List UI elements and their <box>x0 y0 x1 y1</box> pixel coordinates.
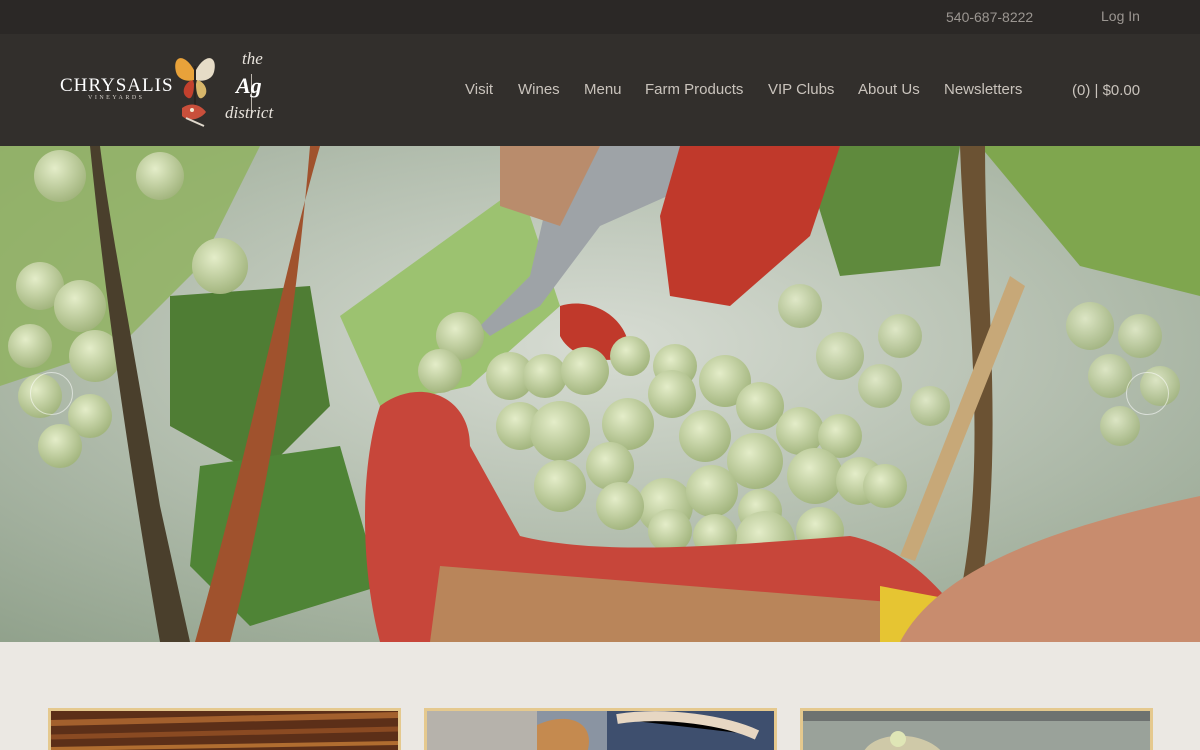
hero-slideshow <box>0 146 1200 642</box>
butterfly-icon <box>175 58 215 127</box>
hero-next-button[interactable] <box>1126 372 1169 415</box>
barrel-room-photo <box>50 711 399 750</box>
logo-ag: Ag <box>236 73 262 98</box>
nav-item-vip-clubs[interactable]: VIP Clubs <box>768 81 834 98</box>
nav-item-farm-products[interactable]: Farm Products <box>645 81 743 98</box>
feature-card-3[interactable] <box>800 708 1153 750</box>
hero-prev-button[interactable] <box>30 372 73 415</box>
nav-item-about-us[interactable]: About Us <box>858 81 920 98</box>
logo-brand-sub: VINEYARDS <box>88 95 145 101</box>
top-bar: 540-687-8222 Log In <box>0 0 1200 34</box>
feature-section <box>0 642 1200 750</box>
nav-item-wines[interactable]: Wines <box>518 81 560 98</box>
phone-number[interactable]: 540-687-8222 <box>946 9 1033 25</box>
cart-link[interactable]: (0) | $0.00 <box>1072 82 1140 99</box>
food-plate-photo <box>427 711 774 750</box>
logo-district: district <box>225 103 274 122</box>
nav-item-visit[interactable]: Visit <box>465 81 493 98</box>
vineyard-photo <box>803 711 1150 750</box>
logo-the: the <box>242 49 263 68</box>
login-link[interactable]: Log In <box>1101 8 1140 24</box>
feature-card-2[interactable] <box>424 708 777 750</box>
site-logo[interactable]: CHRYSALIS VINEYARDS the Ag district <box>58 48 288 132</box>
logo-brand: CHRYSALIS <box>60 75 174 96</box>
feature-card-1[interactable] <box>48 708 401 750</box>
nav-item-newsletters[interactable]: Newsletters <box>944 81 1022 98</box>
nav-item-menu[interactable]: Menu <box>584 81 622 98</box>
site-header: CHRYSALIS VINEYARDS the Ag district Visi… <box>0 34 1200 146</box>
grape-harvest-photo <box>0 146 1200 642</box>
